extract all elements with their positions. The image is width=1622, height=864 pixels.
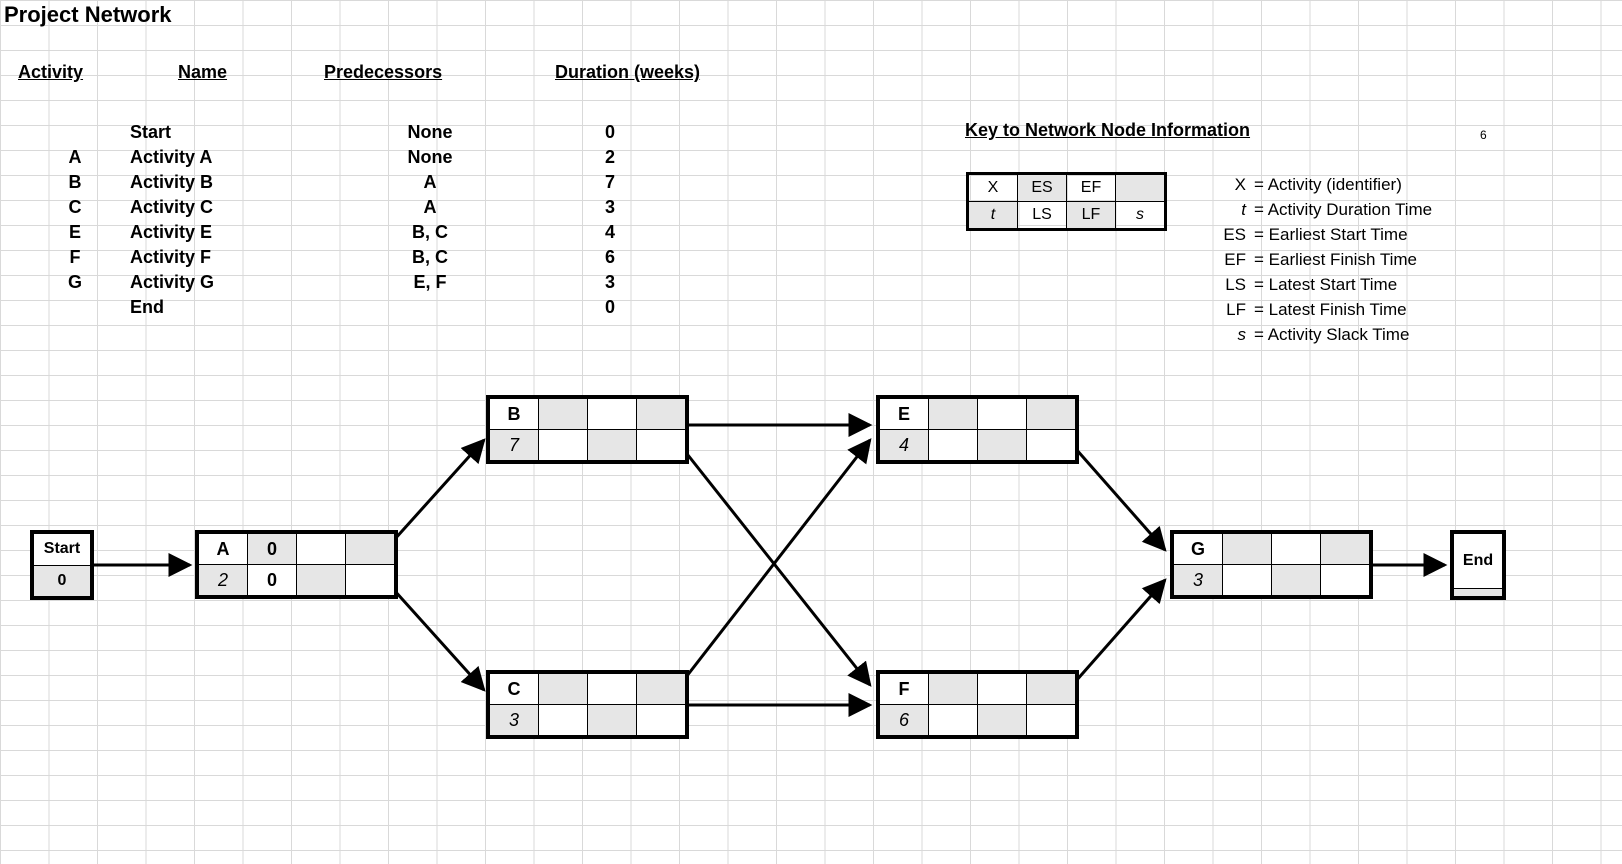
- node-c: C 3: [486, 670, 689, 739]
- table-row: CActivity CA3: [20, 195, 680, 220]
- node-end: End: [1450, 530, 1506, 600]
- node-g: G 3: [1170, 530, 1373, 599]
- column-header-predecessors: Predecessors: [324, 62, 442, 83]
- node-b: B 7: [486, 395, 689, 464]
- column-header-activity: Activity: [18, 62, 83, 83]
- key-legend: X= Activity (identifier) t= Activity Dur…: [1212, 172, 1436, 347]
- column-header-duration: Duration (weeks): [555, 62, 700, 83]
- node-a: A0 20: [195, 530, 398, 599]
- table-row: BActivity BA7: [20, 170, 680, 195]
- table-row: FActivity FB, C6: [20, 245, 680, 270]
- node-start: Start0: [30, 530, 94, 600]
- table-row: GActivity GE, F3: [20, 270, 680, 295]
- node-f: F 6: [876, 670, 1079, 739]
- table-row: End0: [20, 295, 680, 320]
- project-network-diagram: Project Network Activity Name Predecesso…: [0, 0, 1622, 864]
- table-row: StartNone0: [20, 120, 680, 145]
- column-header-name: Name: [178, 62, 227, 83]
- key-node-diagram: X ES EF t LS LF s: [966, 172, 1167, 231]
- node-e: E 4: [876, 395, 1079, 464]
- table-row: EActivity EB, C4: [20, 220, 680, 245]
- page-number: 6: [1480, 128, 1487, 142]
- table-row: AActivity ANone2: [20, 145, 680, 170]
- activity-table: StartNone0 AActivity ANone2 BActivity BA…: [20, 120, 680, 320]
- page-title: Project Network: [4, 2, 172, 28]
- key-title: Key to Network Node Information: [965, 120, 1250, 141]
